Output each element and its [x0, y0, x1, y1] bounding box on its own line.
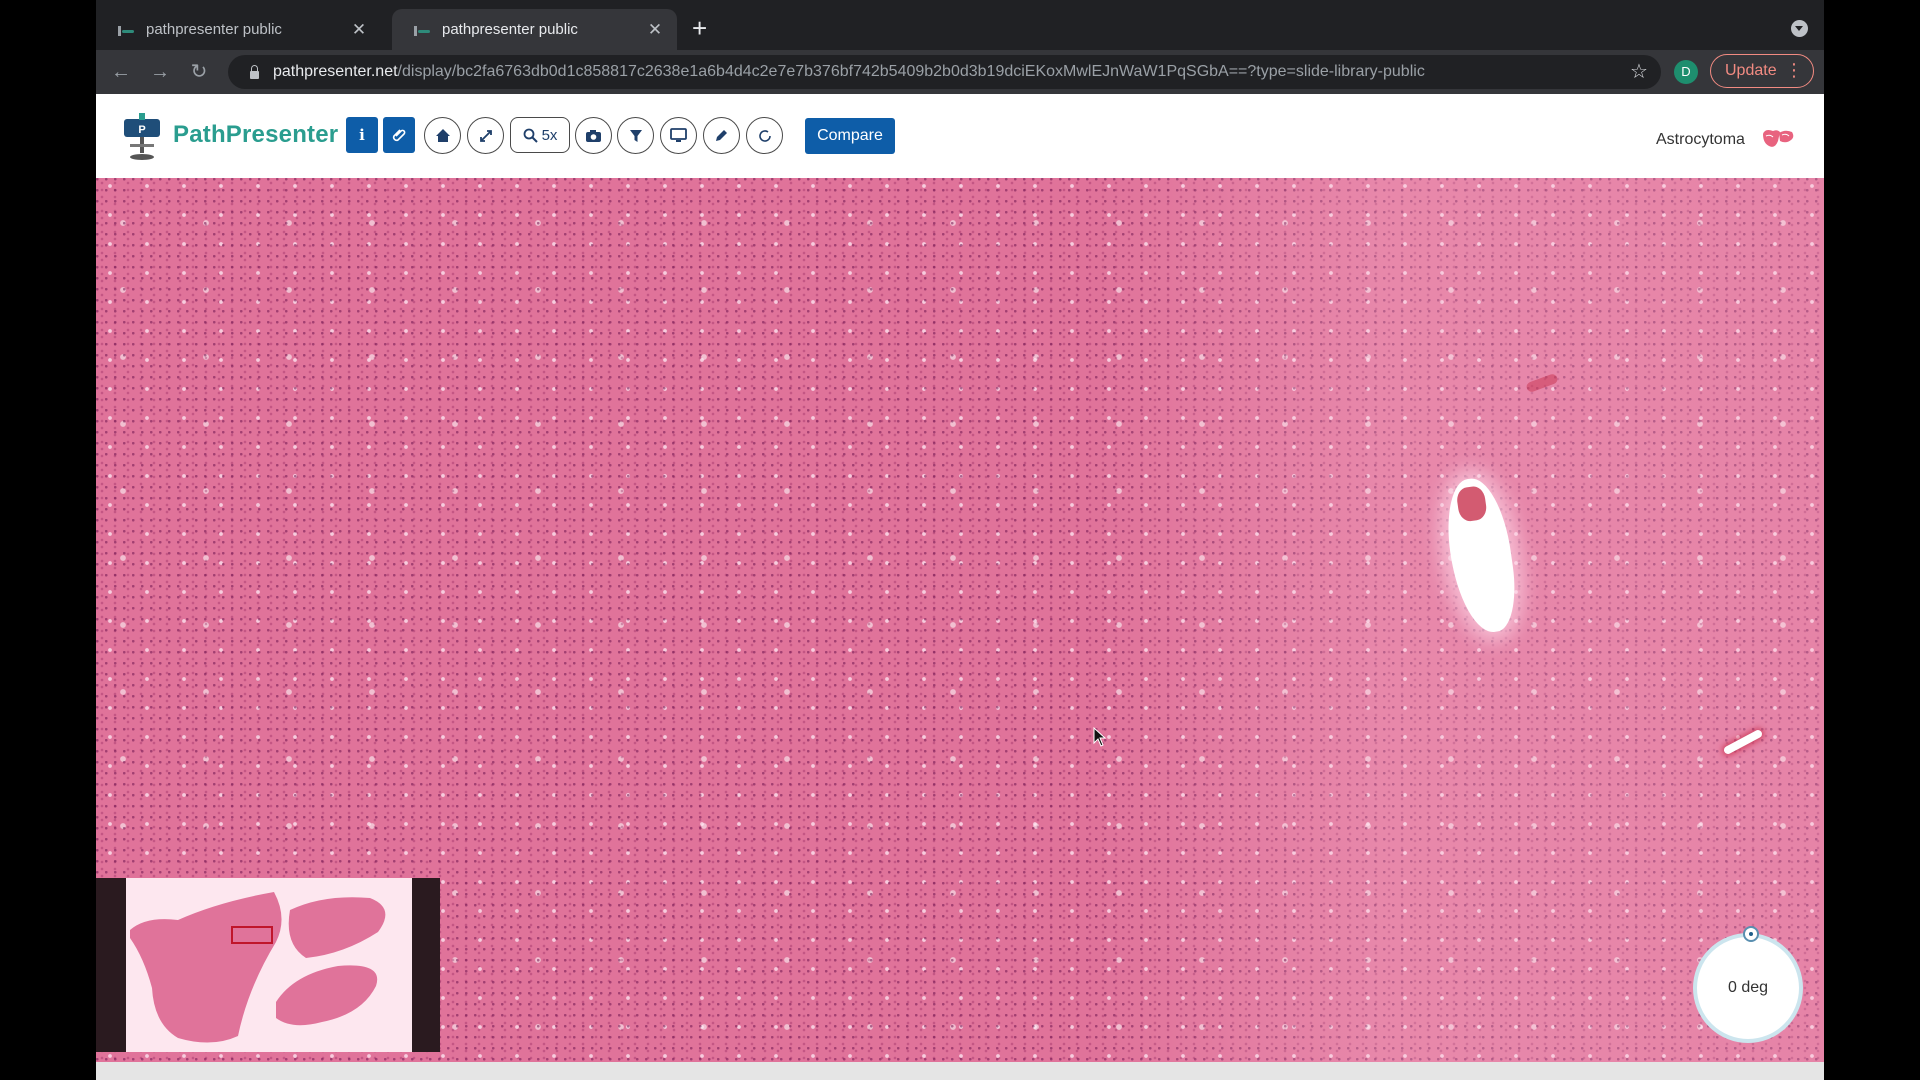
monitor-icon: [670, 128, 687, 142]
minimap-viewport-rect[interactable]: [231, 926, 273, 944]
url-path: /display/bc2fa6763db0d1c858817c2638e1a6b…: [397, 63, 1425, 80]
tab-title: pathpresenter public: [146, 21, 282, 38]
pen-icon: [716, 130, 727, 141]
compare-button[interactable]: Compare: [805, 118, 895, 154]
paperclip-icon: [392, 129, 406, 142]
tissue-region: [1096, 178, 1824, 1062]
tab-strip: pathpresenter public ✕ pathpresenter pub…: [96, 0, 1824, 50]
fullscreen-button[interactable]: [467, 117, 504, 154]
home-icon: [435, 129, 450, 142]
close-icon[interactable]: ✕: [645, 20, 665, 40]
navigator-minimap[interactable]: [96, 878, 440, 1052]
new-tab-button[interactable]: +: [692, 14, 707, 42]
browser-toolbar: ← → ↻ pathpresenter.net/display/bc2fa676…: [96, 50, 1824, 94]
browser-window: pathpresenter public ✕ pathpresenter pub…: [96, 0, 1824, 1080]
filter-button[interactable]: [617, 117, 654, 154]
tab-title: pathpresenter public: [442, 21, 578, 38]
filter-icon: [629, 129, 642, 142]
back-icon[interactable]: ←: [108, 59, 134, 85]
microscope-logo-icon: P: [124, 113, 160, 160]
rotate-icon: [758, 129, 771, 142]
bottom-bar: [96, 1062, 1824, 1080]
minimap-tissue: [130, 892, 386, 1043]
tab-search-icon[interactable]: [1791, 20, 1808, 37]
expand-icon: [479, 129, 492, 142]
slide-viewer[interactable]: 0 deg: [96, 178, 1824, 1062]
svg-text:P: P: [138, 124, 145, 136]
url-host: pathpresenter.net: [273, 63, 398, 80]
brain-organ-icon: [1763, 130, 1794, 147]
zoom-button[interactable]: 5x: [510, 117, 570, 153]
annotate-button[interactable]: [703, 117, 740, 154]
forward-icon[interactable]: →: [147, 59, 173, 85]
browser-tab-active[interactable]: pathpresenter public ✕: [392, 9, 677, 50]
menu-dots-icon[interactable]: ⋮: [1785, 61, 1803, 79]
address-bar[interactable]: pathpresenter.net/display/bc2fa6763db0d1…: [228, 55, 1661, 89]
brand-name: PathPresenter: [173, 121, 339, 148]
profile-avatar[interactable]: D: [1674, 60, 1698, 84]
browser-tab[interactable]: pathpresenter public ✕: [96, 9, 381, 50]
attachment-button[interactable]: [383, 117, 415, 153]
bookmark-star-icon[interactable]: ☆: [1630, 59, 1648, 84]
info-button[interactable]: i: [346, 117, 378, 153]
zoom-level: 5x: [541, 126, 558, 144]
update-button[interactable]: Update ⋮: [1710, 54, 1814, 88]
rotation-label: 0 deg: [1727, 979, 1769, 996]
favicon-icon: [414, 24, 430, 36]
mouse-cursor-icon: [1093, 727, 1107, 747]
rotate-button[interactable]: [746, 117, 783, 154]
minimap-slide: [126, 878, 412, 1052]
lock-icon: [250, 65, 259, 79]
reload-icon[interactable]: ↻: [186, 59, 212, 85]
close-icon[interactable]: ✕: [349, 20, 369, 40]
rotation-handle[interactable]: [1743, 926, 1759, 942]
update-label: Update: [1725, 62, 1777, 79]
app-header: P PathPresenter i 5x Compare Astrocytoma: [96, 94, 1824, 178]
present-button[interactable]: [660, 117, 697, 154]
screenshot-button[interactable]: [575, 117, 612, 154]
rotation-dial[interactable]: 0 deg: [1693, 933, 1803, 1043]
camera-icon: [586, 129, 601, 142]
zoom-icon: [523, 128, 538, 143]
slide-title: Astrocytoma: [1656, 131, 1745, 148]
home-button[interactable]: [424, 117, 461, 154]
favicon-icon: [118, 24, 134, 36]
info-icon: i: [359, 126, 365, 144]
